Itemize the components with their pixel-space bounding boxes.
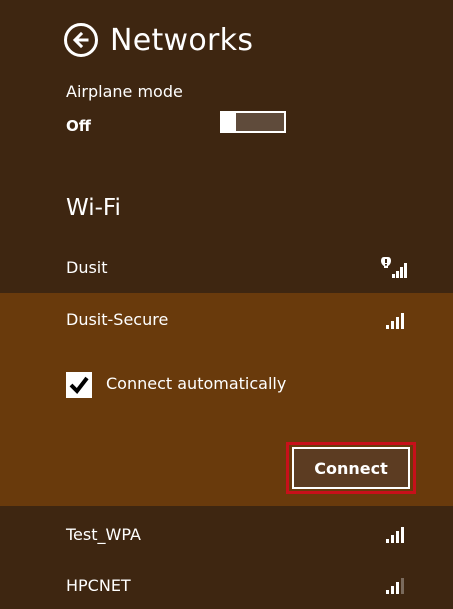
network-name: Test_WPA bbox=[66, 525, 141, 544]
signal-warning-icon bbox=[381, 257, 407, 278]
connect-button[interactable]: Connect bbox=[292, 447, 410, 489]
page-title: Networks bbox=[110, 22, 254, 58]
network-name: Dusit-Secure bbox=[66, 310, 169, 329]
network-item-test-wpa[interactable]: Test_WPA bbox=[0, 512, 453, 558]
airplane-mode-label: Airplane mode bbox=[66, 82, 183, 101]
network-item-dusit[interactable]: Dusit bbox=[0, 245, 453, 291]
network-name: Dusit bbox=[66, 258, 108, 277]
connect-automatically-checkbox[interactable] bbox=[66, 372, 92, 398]
checkmark-icon bbox=[69, 376, 89, 395]
arrow-left-icon bbox=[72, 31, 89, 49]
network-name: HPCNET bbox=[66, 576, 131, 595]
header: Networks bbox=[64, 18, 253, 62]
signal-icon bbox=[386, 578, 404, 594]
signal-icon bbox=[386, 527, 404, 543]
airplane-mode-toggle[interactable] bbox=[220, 111, 286, 133]
network-item-dusit-secure[interactable]: Dusit-Secure bbox=[0, 297, 453, 343]
signal-icon bbox=[386, 313, 404, 329]
network-item-hpcnet[interactable]: HPCNET bbox=[0, 563, 453, 609]
toggle-thumb[interactable] bbox=[220, 111, 236, 133]
airplane-mode-state: Off bbox=[66, 117, 91, 135]
wifi-section-label: Wi-Fi bbox=[66, 195, 121, 221]
connect-automatically-label: Connect automatically bbox=[106, 374, 287, 393]
back-button[interactable] bbox=[64, 23, 98, 57]
